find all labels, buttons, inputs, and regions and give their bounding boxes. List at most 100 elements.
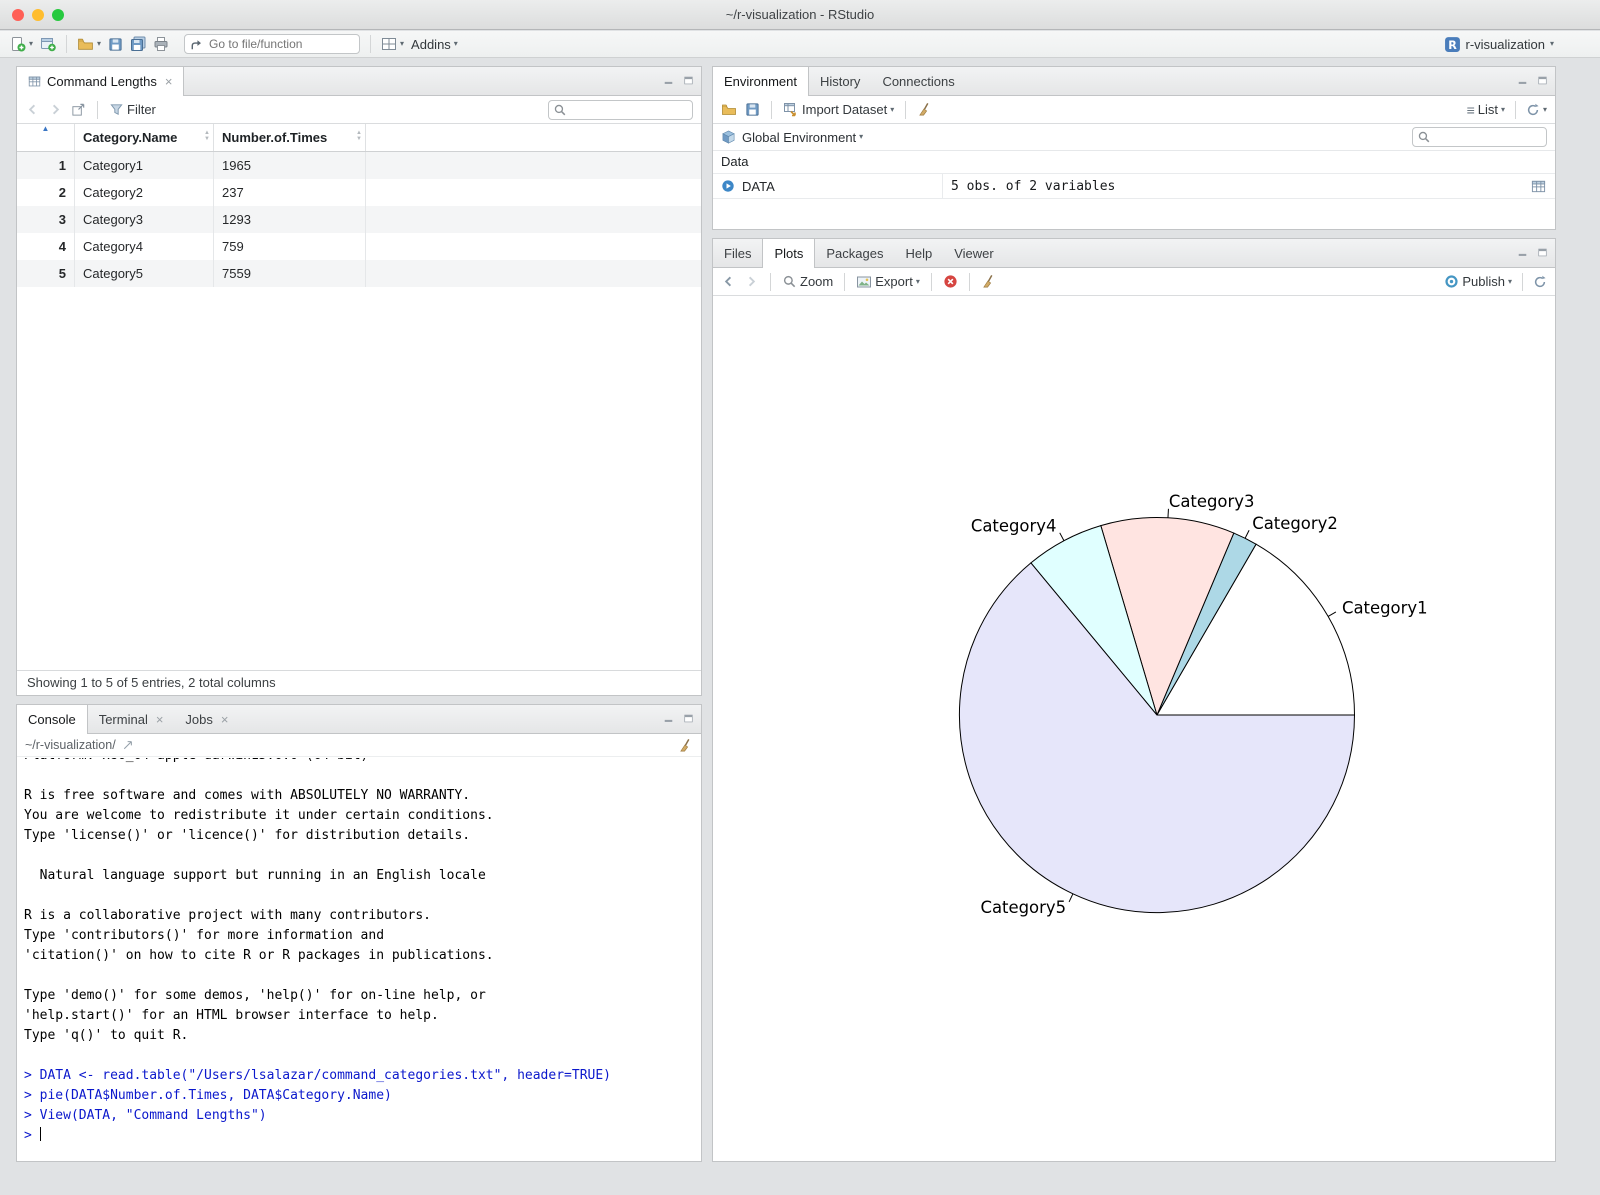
maximize-pane-icon[interactable] [1537,75,1548,86]
new-project-button[interactable] [40,36,56,52]
back-icon[interactable] [25,102,40,117]
minimize-pane-icon[interactable] [663,75,674,86]
environment-scope-selector[interactable]: Global Environment ▾ [742,130,863,145]
view-data-grid-icon[interactable] [1531,179,1546,194]
open-in-window-arrow-icon[interactable] [122,739,134,751]
maximize-pane-icon[interactable] [1537,247,1548,258]
toolbar-separator [97,100,98,119]
tab-viewer[interactable]: Viewer [943,239,1005,267]
tab-files[interactable]: Files [713,239,762,267]
table-row[interactable]: 3 Category3 1293 [17,206,701,233]
maximize-pane-icon[interactable] [683,713,694,724]
maximize-pane-icon[interactable] [683,75,694,86]
previous-plot-icon[interactable] [721,274,736,289]
row-number-header[interactable]: ▲ [17,124,75,151]
close-tab-icon[interactable]: × [165,74,173,89]
tab-environment[interactable]: Environment [713,67,809,96]
save-all-button[interactable] [130,36,146,52]
toolbar-separator [370,35,372,53]
close-tab-icon[interactable]: × [156,712,164,727]
table-row[interactable]: 5 Category5 7559 [17,260,701,287]
table-row[interactable]: 4 Category4 759 [17,233,701,260]
close-window-button[interactable] [12,9,24,21]
tab-history[interactable]: History [809,67,871,95]
goto-arrow-icon [189,37,204,52]
publish-button[interactable]: Publish ▾ [1444,274,1512,289]
tab-command-lengths[interactable]: Command Lengths × [17,67,185,96]
tab-label: Viewer [954,245,994,261]
next-plot-icon[interactable] [744,274,759,289]
tab-label: Packages [826,245,884,261]
close-tab-icon[interactable]: × [221,712,229,727]
tab-plots[interactable]: Plots [762,239,816,268]
chevron-down-icon[interactable]: ▾ [97,40,101,48]
zoom-window-button[interactable] [52,9,64,21]
forward-icon[interactable] [48,102,63,117]
open-file-button[interactable]: ▾ [77,36,101,53]
clear-console-broom-icon[interactable] [678,738,693,753]
environment-object-row[interactable]: DATA 5 obs. of 2 variables [713,173,1555,199]
new-file-button[interactable]: ▾ [10,36,33,52]
column-header-number-of-times[interactable]: Number.of.Times ▲ ▼ [214,124,366,151]
save-button[interactable] [108,37,123,52]
chevron-down-icon: ▾ [1507,276,1512,286]
tab-connections[interactable]: Connections [871,67,965,95]
clear-all-plots-broom-icon[interactable] [981,274,996,289]
minimize-pane-icon[interactable] [663,713,674,724]
console-output-line: R is a collaborative project with many c… [24,908,431,923]
filter-button[interactable]: Filter [109,102,156,117]
minimize-window-button[interactable] [32,9,44,21]
tab-terminal[interactable]: Terminal × [88,705,175,733]
console-output[interactable]: Platform: x86_64-apple-darwin15.6.0 (64-… [17,758,701,1161]
save-all-icon [130,36,146,52]
table-search-input[interactable] [548,99,693,120]
goto-file-input[interactable] [184,34,361,54]
tab-label: Environment [724,74,797,89]
grid-icon [28,75,41,88]
print-icon [153,36,169,52]
environment-search-input[interactable] [1412,127,1547,147]
pane-window-buttons [663,713,694,724]
console-output-line: 'help.start()' for an HTML browser inter… [24,1008,439,1023]
table-row[interactable]: 2 Category2 237 [17,179,701,206]
table-row[interactable]: 1 Category1 1965 [17,152,701,179]
print-button[interactable] [153,36,169,52]
chevron-down-icon: ▾ [453,39,458,48]
minimize-pane-icon[interactable] [1517,247,1528,258]
project-menu-button[interactable]: r-visualization ▾ [1444,36,1554,53]
chevron-down-icon[interactable]: ▾ [400,40,404,48]
pane-layout-button[interactable]: ▾ [381,36,404,52]
remove-plot-icon[interactable] [943,274,958,289]
export-plot-button[interactable]: Export ▾ [856,274,920,290]
tab-label: Command Lengths [47,74,157,89]
tab-console[interactable]: Console [17,705,88,734]
console-output-line: Type 'q()' to quit R. [24,1028,189,1043]
refresh-environment-button[interactable]: ▾ [1526,103,1547,117]
filter-label: Filter [127,102,156,117]
category-name-cell: Category1 [75,152,214,179]
list-view-button[interactable]: ≡ List ▾ [1467,102,1505,118]
column-header-category-name[interactable]: Category.Name ▲ ▼ [75,124,214,151]
addins-button[interactable]: Addins ▾ [411,37,458,52]
console-command-line: > pie(DATA$Number.of.Times, DATA$Categor… [24,1088,392,1103]
zoom-plot-button[interactable]: Zoom [782,274,833,289]
chevron-down-icon[interactable]: ▾ [29,40,33,48]
expand-object-play-icon[interactable] [721,179,735,193]
search-icon [1417,130,1431,144]
tab-label: Connections [882,73,955,89]
tab-jobs[interactable]: Jobs × [174,705,239,733]
tab-help[interactable]: Help [894,239,943,267]
clear-environment-broom-icon[interactable] [917,102,932,117]
tab-packages[interactable]: Packages [815,239,894,267]
import-dataset-icon [783,102,799,118]
open-in-new-window-icon[interactable] [71,102,86,117]
console-output-line: R is free software and comes with ABSOLU… [24,788,471,803]
import-dataset-button[interactable]: Import Dataset ▾ [783,102,894,118]
console-output-line: Natural language support but running in … [24,868,486,883]
minimize-pane-icon[interactable] [1517,75,1528,86]
save-workspace-icon[interactable] [745,102,760,117]
load-workspace-folder-icon[interactable] [721,102,737,118]
refresh-plot-icon[interactable] [1533,275,1547,289]
plots-pane: Files Plots Packages Help Viewer Zoom Export… [712,238,1556,1162]
